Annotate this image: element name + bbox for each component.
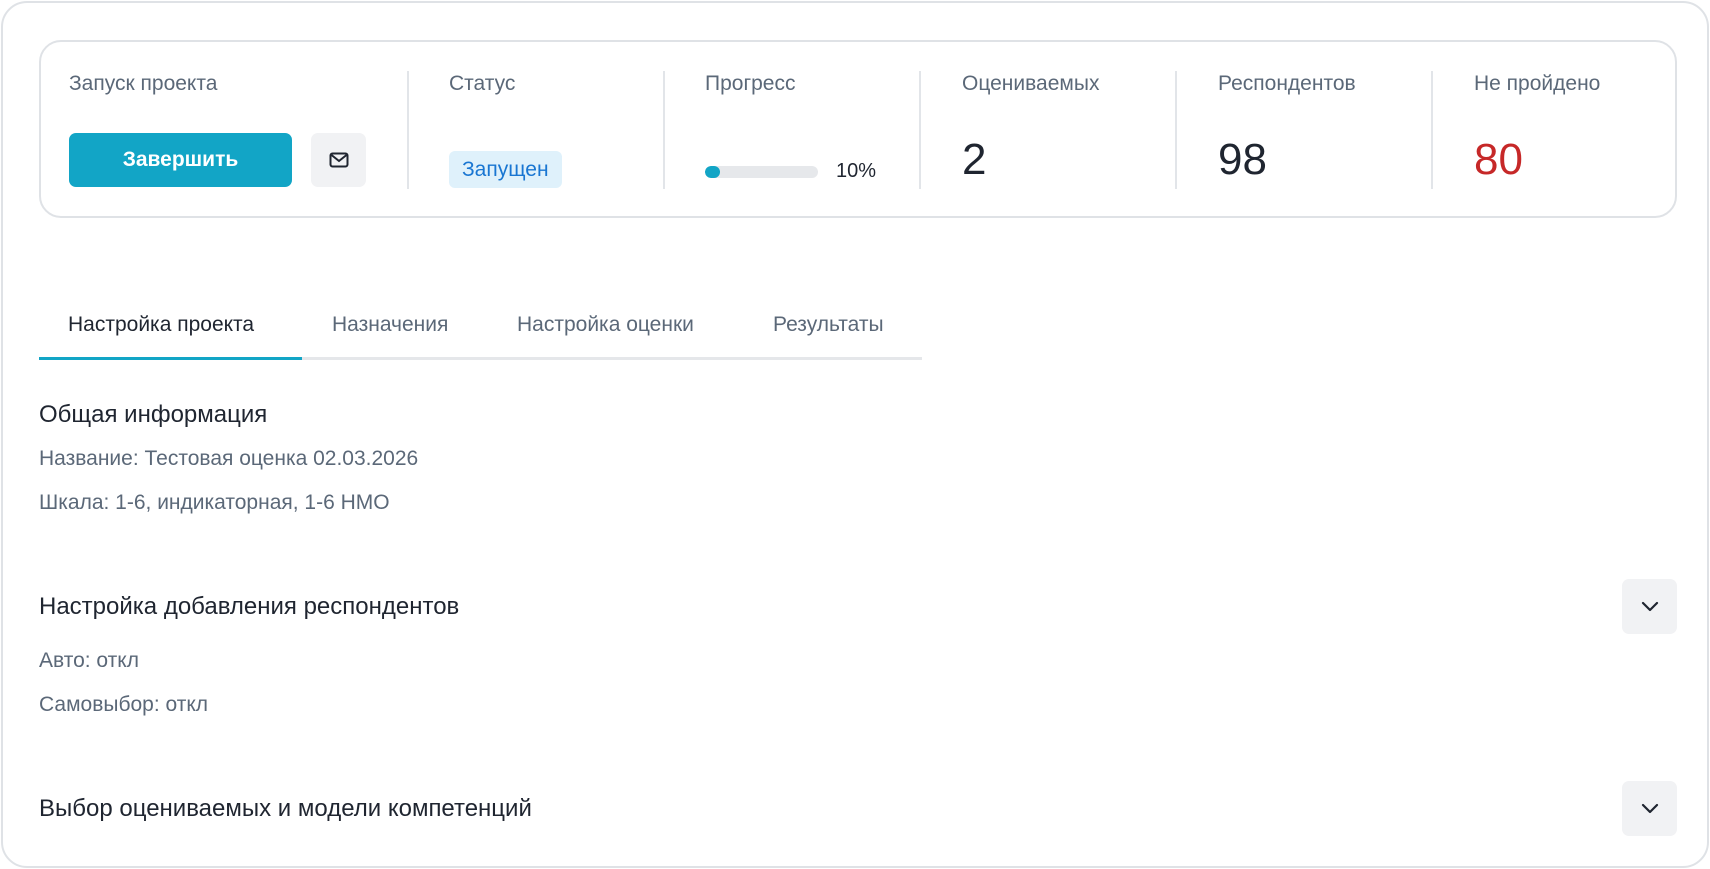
stat-progress: Прогресс 10% — [705, 42, 905, 220]
progress-bar — [705, 166, 818, 178]
stat-launch-label: Запуск проекта — [69, 72, 218, 95]
project-scale-line: Шкала: 1-6, индикаторная, 1-6 НМО — [39, 491, 390, 514]
auto-add-line: Авто: откл — [39, 649, 139, 672]
stat-evaluated-value: 2 — [962, 135, 987, 184]
page-frame: Запуск проекта Завершить Статус Запущен … — [1, 1, 1709, 868]
project-stats-card: Запуск проекта Завершить Статус Запущен … — [39, 40, 1677, 218]
stat-evaluated-label: Оцениваемых — [962, 72, 1100, 95]
project-tabs: Настройка проекта Назначения Настройка о… — [39, 295, 922, 360]
stat-not-passed: Не пройдено 80 — [1474, 42, 1674, 220]
stat-status: Статус Запущен — [449, 42, 649, 220]
tab-project-settings[interactable]: Настройка проекта — [68, 313, 254, 337]
self-select-line: Самовыбор: откл — [39, 693, 209, 716]
tab-assignments[interactable]: Назначения — [332, 313, 448, 337]
progress-bar-fill — [705, 166, 720, 178]
stat-evaluated: Оцениваемых 2 — [962, 42, 1162, 220]
stat-divider — [919, 71, 921, 189]
stat-respondents: Респондентов 98 — [1218, 42, 1418, 220]
stat-divider — [663, 71, 665, 189]
stat-divider — [407, 71, 409, 189]
stat-divider — [1175, 71, 1177, 189]
stat-divider — [1431, 71, 1433, 189]
stat-respondents-label: Респондентов — [1218, 72, 1356, 95]
finish-button[interactable]: Завершить — [69, 133, 292, 187]
evaluated-selection-expand-button[interactable] — [1622, 781, 1677, 836]
respondents-settings-title: Настройка добавления респондентов — [39, 593, 460, 620]
stat-progress-label: Прогресс — [705, 72, 796, 95]
chevron-down-icon — [1641, 601, 1658, 611]
progress-percent: 10% — [836, 160, 877, 182]
project-name-line: Название: Тестовая оценка 02.03.2026 — [39, 447, 419, 470]
stat-respondents-value: 98 — [1218, 135, 1267, 184]
chevron-down-icon — [1641, 803, 1658, 813]
evaluated-selection-title: Выбор оцениваемых и модели компетенций — [39, 795, 532, 822]
stat-launch: Запуск проекта — [69, 42, 369, 220]
tab-results[interactable]: Результаты — [773, 313, 884, 337]
mail-icon — [329, 152, 348, 168]
stat-not-passed-label: Не пройдено — [1474, 72, 1601, 95]
stat-not-passed-value: 80 — [1474, 135, 1523, 184]
send-mail-button[interactable] — [311, 133, 366, 187]
tab-evaluation-settings[interactable]: Настройка оценки — [517, 313, 694, 337]
general-info-title: Общая информация — [39, 401, 268, 428]
active-tab-indicator — [39, 357, 302, 360]
respondents-settings-expand-button[interactable] — [1622, 579, 1677, 634]
stat-status-label: Статус — [449, 72, 516, 95]
status-badge: Запущен — [449, 151, 562, 188]
